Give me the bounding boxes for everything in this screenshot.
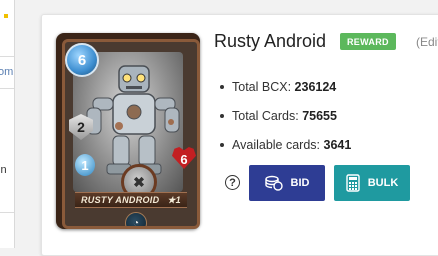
bulk-button[interactable]: BULK xyxy=(334,165,410,201)
card-frame: 6 2 1 ✖ RUSTY ANDROID ★1 ◔ xyxy=(62,39,200,229)
stat-value: 75655 xyxy=(302,109,337,123)
card-level: ★1 xyxy=(167,194,181,205)
stat-label: Total BCX: xyxy=(232,80,292,94)
speed-icon: 1 xyxy=(75,154,95,176)
card-stats-list: Total BCX: 236124 Total Cards: 75655 Ava… xyxy=(220,79,351,166)
left-text-fragment: in xyxy=(0,164,7,176)
stat-value: 3641 xyxy=(323,138,352,152)
left-link-fragment[interactable]: om xyxy=(0,66,13,78)
stat-label: Available cards: xyxy=(232,138,321,152)
help-icon[interactable]: ? xyxy=(225,175,240,190)
mana-cost-icon: 6 xyxy=(65,43,99,77)
stat-value: 236124 xyxy=(294,80,337,94)
left-page-strip: om in xyxy=(0,0,15,248)
coins-icon xyxy=(264,175,283,191)
stat-total-cards: Total Cards: 75655 xyxy=(220,108,351,137)
divider xyxy=(0,212,14,213)
card-title: Rusty Android xyxy=(214,31,327,51)
card-name: RUSTY ANDROID xyxy=(81,195,160,205)
bulk-button-label: BULK xyxy=(367,177,399,189)
stat-total-bcx: Total BCX: 236124 xyxy=(220,79,351,108)
bid-button[interactable]: BID xyxy=(249,165,325,201)
divider xyxy=(0,56,14,57)
edit-link[interactable]: (Edit xyxy=(416,35,438,49)
calculator-icon xyxy=(346,174,360,192)
reward-badge: REWARD xyxy=(340,33,396,50)
bid-button-label: BID xyxy=(290,177,310,189)
marker-icon xyxy=(4,14,8,18)
edition-icon: ◔ xyxy=(125,212,147,226)
card-name-banner: RUSTY ANDROID ★1 xyxy=(75,192,187,208)
stat-available-cards: Available cards: 3641 xyxy=(220,137,351,166)
divider xyxy=(0,88,14,89)
stat-label: Total Cards: xyxy=(232,109,299,123)
card-image[interactable]: 6 2 1 ✖ RUSTY ANDROID ★1 ◔ 6 xyxy=(56,33,200,229)
card-detail-panel: 6 2 1 ✖ RUSTY ANDROID ★1 ◔ 6 Rusty Andro… xyxy=(41,14,438,256)
